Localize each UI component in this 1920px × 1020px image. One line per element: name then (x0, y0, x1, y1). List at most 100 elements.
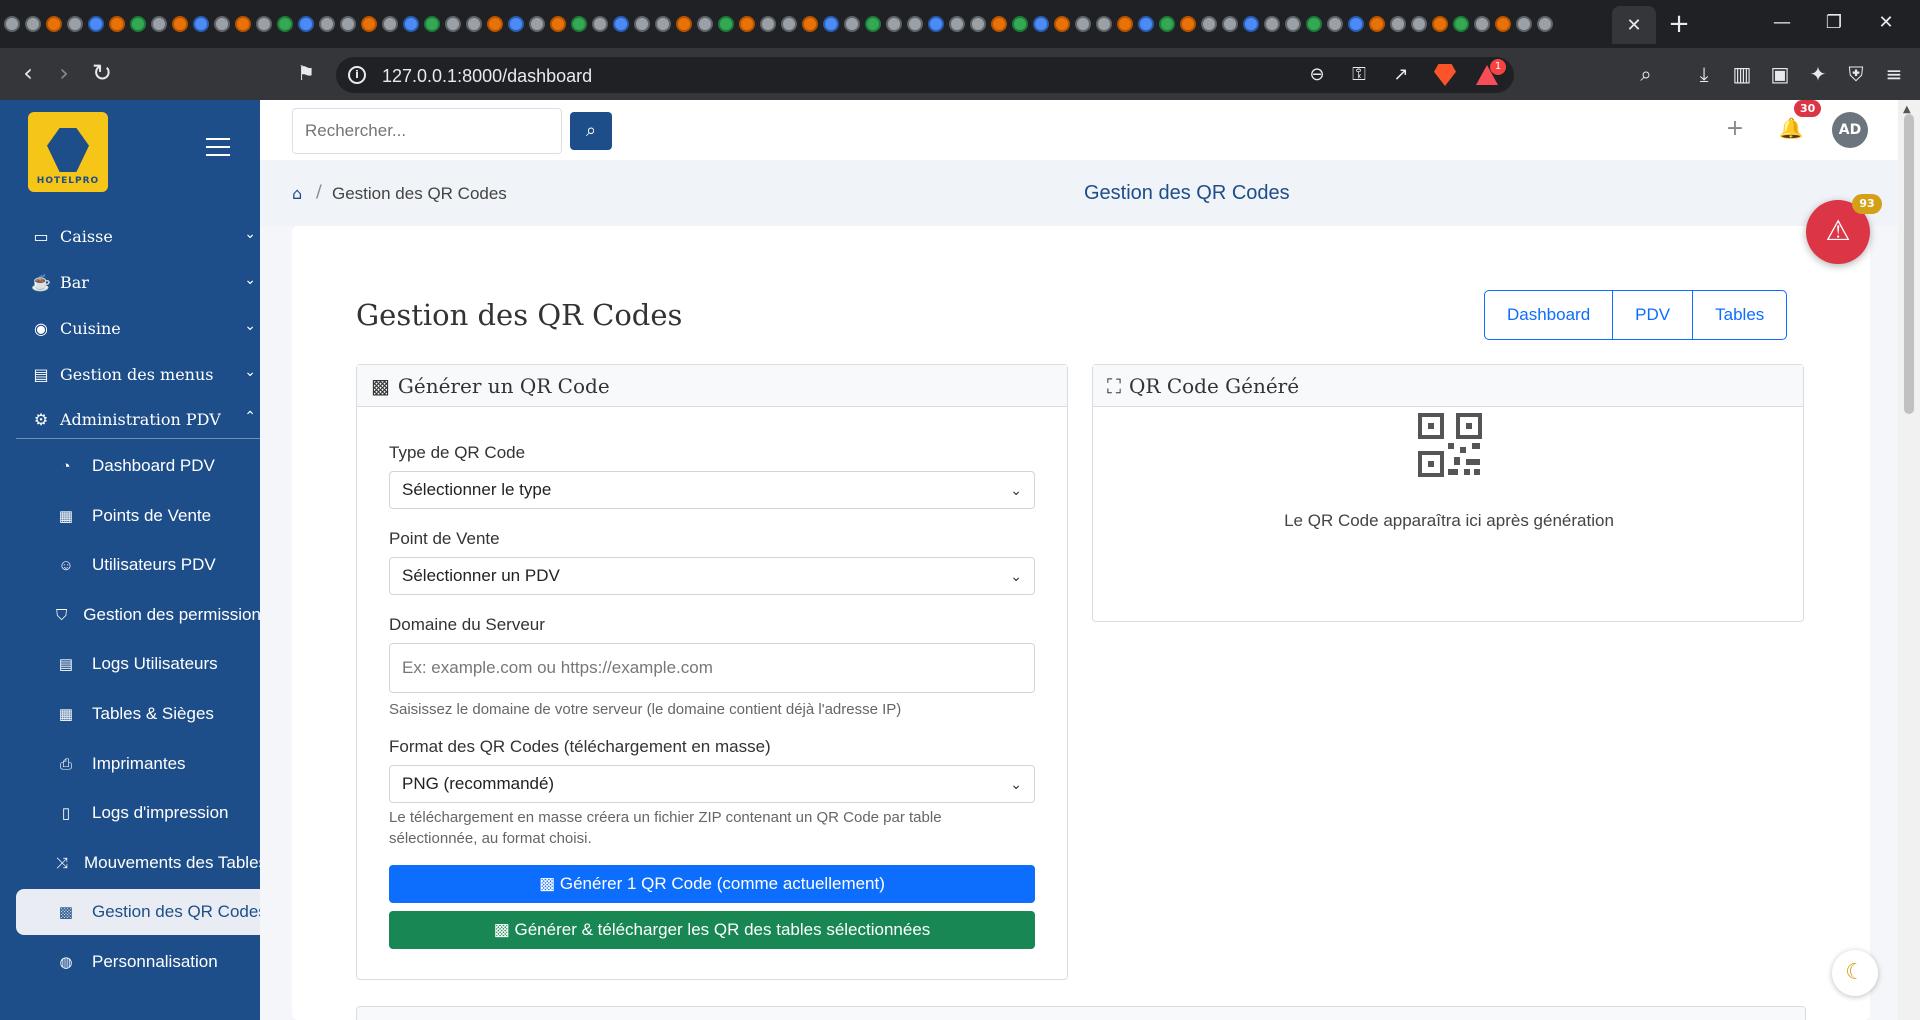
tab-favicon-icon[interactable] (382, 16, 398, 32)
tab-favicon-icon[interactable] (130, 16, 146, 32)
tab-favicon-icon[interactable] (1180, 16, 1196, 32)
tab-favicon-icon[interactable] (25, 16, 41, 32)
tables-button[interactable]: Tables (1693, 291, 1786, 339)
tab-favicon-icon[interactable] (256, 16, 272, 32)
sidebar-item-utilisateurs-pdv[interactable]: ☺ Utilisateurs PDV (0, 542, 260, 588)
dashboard-button[interactable]: Dashboard (1485, 291, 1614, 339)
tab-favicon-icon[interactable] (1096, 16, 1112, 32)
search-input[interactable] (292, 108, 562, 154)
tab-favicon-icon[interactable] (949, 16, 965, 32)
brave-shield-icon[interactable] (1434, 64, 1456, 86)
key-icon[interactable]: ⚿ (1348, 64, 1370, 86)
sidebar-item-logs-utilisateurs[interactable]: ▤ Logs Utilisateurs (0, 641, 260, 687)
sidebar-group-caisse[interactable]: ▭ Caisse ⌄ (0, 214, 260, 258)
format-select[interactable]: PNG (recommandé) ⌄ (389, 765, 1035, 803)
tab-favicon-icon[interactable] (1537, 16, 1553, 32)
scroll-thumb[interactable] (1904, 114, 1914, 414)
tab-favicon-icon[interactable] (1306, 16, 1322, 32)
leo-ai-icon[interactable]: ✦ (1806, 62, 1830, 86)
type-select[interactable]: Sélectionner le type ⌄ (389, 471, 1035, 509)
tab-favicon-icon[interactable] (151, 16, 167, 32)
tab-favicon-icon[interactable] (1390, 16, 1406, 32)
tab-favicon-icon[interactable] (1033, 16, 1049, 32)
tab-favicon-icon[interactable] (508, 16, 524, 32)
sidebar-item-imprimantes[interactable]: ⎙ Imprimantes (0, 741, 260, 787)
tab-favicon-icon[interactable] (214, 16, 230, 32)
bookmark-icon[interactable]: ⚑ (290, 58, 322, 90)
tab-favicon-icon[interactable] (1117, 16, 1133, 32)
sidebar-item-personnalisation[interactable]: ◍ Personnalisation (0, 939, 260, 985)
bell-icon[interactable]: 🔔 (1776, 116, 1806, 140)
tab-favicon-icon[interactable] (298, 16, 314, 32)
tab-favicon-icon[interactable] (970, 16, 986, 32)
back-icon[interactable]: ‹ (12, 58, 44, 90)
sidebar-group-administration-pdv[interactable]: ⚙ Administration PDV ⌃ (0, 397, 260, 441)
tab-favicon-icon[interactable] (235, 16, 251, 32)
wallet-icon[interactable]: ▣ (1768, 62, 1792, 86)
tab-favicon-icon[interactable] (67, 16, 83, 32)
sidebar-item-gestion-qr-codes[interactable]: ▩ Gestion des QR Codes (16, 889, 260, 935)
tab-search-icon[interactable]: ⌕ (1634, 62, 1658, 86)
tab-favicon-icon[interactable] (1159, 16, 1175, 32)
tab-favicon-icon[interactable] (46, 16, 62, 32)
tab-favicon-icon[interactable] (109, 16, 125, 32)
tab-favicon-icon[interactable] (487, 16, 503, 32)
tab-favicon-icon[interactable] (1264, 16, 1280, 32)
tab-favicon-icon[interactable] (760, 16, 776, 32)
tab-favicon-icon[interactable] (88, 16, 104, 32)
tab-favicon-icon[interactable] (1138, 16, 1154, 32)
tab-favicon-icon[interactable] (802, 16, 818, 32)
tab-favicon-icon[interactable] (529, 16, 545, 32)
tab-favicon-icon[interactable] (1201, 16, 1217, 32)
download-icon[interactable]: ⤓ (1692, 62, 1716, 86)
tab-favicon-icon[interactable] (907, 16, 923, 32)
dark-mode-toggle[interactable]: ☾ (1832, 950, 1878, 996)
tab-favicon-icon[interactable] (1495, 16, 1511, 32)
sidebar-item-gestion-permissions[interactable]: ⛉ Gestion des permissions (0, 592, 260, 638)
browser-menu-icon[interactable]: ≡ (1882, 62, 1906, 86)
pdv-button[interactable]: PDV (1613, 291, 1694, 339)
generate-bulk-button[interactable]: ▩ Générer & télécharger les QR des table… (389, 911, 1035, 949)
new-tab-plus-icon[interactable]: + (1664, 10, 1694, 40)
tab-favicon-icon[interactable] (466, 16, 482, 32)
tab-favicon-icon[interactable] (4, 16, 20, 32)
home-icon[interactable]: ⌂ (292, 184, 302, 203)
tab-favicon-icon[interactable] (319, 16, 335, 32)
tab-favicon-icon[interactable] (1369, 16, 1385, 32)
tab-favicon-icon[interactable] (571, 16, 587, 32)
tab-favicon-icon[interactable] (886, 16, 902, 32)
window-close-icon[interactable]: ✕ (1866, 8, 1906, 38)
domain-input[interactable]: Ex: example.com ou https://example.com (389, 643, 1035, 693)
tab-favicon-icon[interactable] (1348, 16, 1364, 32)
tab-favicon-icon[interactable] (445, 16, 461, 32)
tab-favicon-icon[interactable] (1075, 16, 1091, 32)
url-text[interactable]: 127.0.0.1:8000/dashboard (382, 66, 592, 87)
reload-icon[interactable]: ↻ (86, 58, 118, 90)
tab-favicon-icon[interactable] (424, 16, 440, 32)
tab-favicon-icon[interactable] (1327, 16, 1343, 32)
tab-favicon-icon[interactable] (613, 16, 629, 32)
tab-favicon-icon[interactable] (823, 16, 839, 32)
tab-favicon-icon[interactable] (655, 16, 671, 32)
active-tab-close-icon[interactable]: ✕ (1612, 6, 1656, 44)
page-scrollbar[interactable]: ▲ (1898, 100, 1920, 1020)
tab-favicon-icon[interactable] (1474, 16, 1490, 32)
share-icon[interactable]: ↗ (1390, 64, 1412, 86)
forward-icon[interactable]: › (48, 58, 80, 90)
tab-favicon-icon[interactable] (1222, 16, 1238, 32)
add-icon[interactable]: + (1720, 116, 1750, 141)
pinned-tabs[interactable] (4, 0, 1604, 48)
sidebar-item-mouvements-tables[interactable]: ⤨ Mouvements des Tables (0, 840, 260, 886)
avatar[interactable]: AD (1832, 112, 1868, 148)
tab-favicon-icon[interactable] (1432, 16, 1448, 32)
tab-favicon-icon[interactable] (1054, 16, 1070, 32)
tab-favicon-icon[interactable] (592, 16, 608, 32)
sidebar-item-logs-impression[interactable]: ▯ Logs d'impression (0, 790, 260, 836)
sidebar-item-dashboard-pdv[interactable]: ◔ Dashboard PDV (0, 443, 260, 489)
tab-favicon-icon[interactable] (550, 16, 566, 32)
restore-icon[interactable]: ❐ (1814, 8, 1854, 38)
vpn-icon[interactable]: ⛨ (1844, 62, 1868, 86)
minimize-icon[interactable]: — (1762, 8, 1802, 38)
tab-favicon-icon[interactable] (781, 16, 797, 32)
tab-favicon-icon[interactable] (1285, 16, 1301, 32)
